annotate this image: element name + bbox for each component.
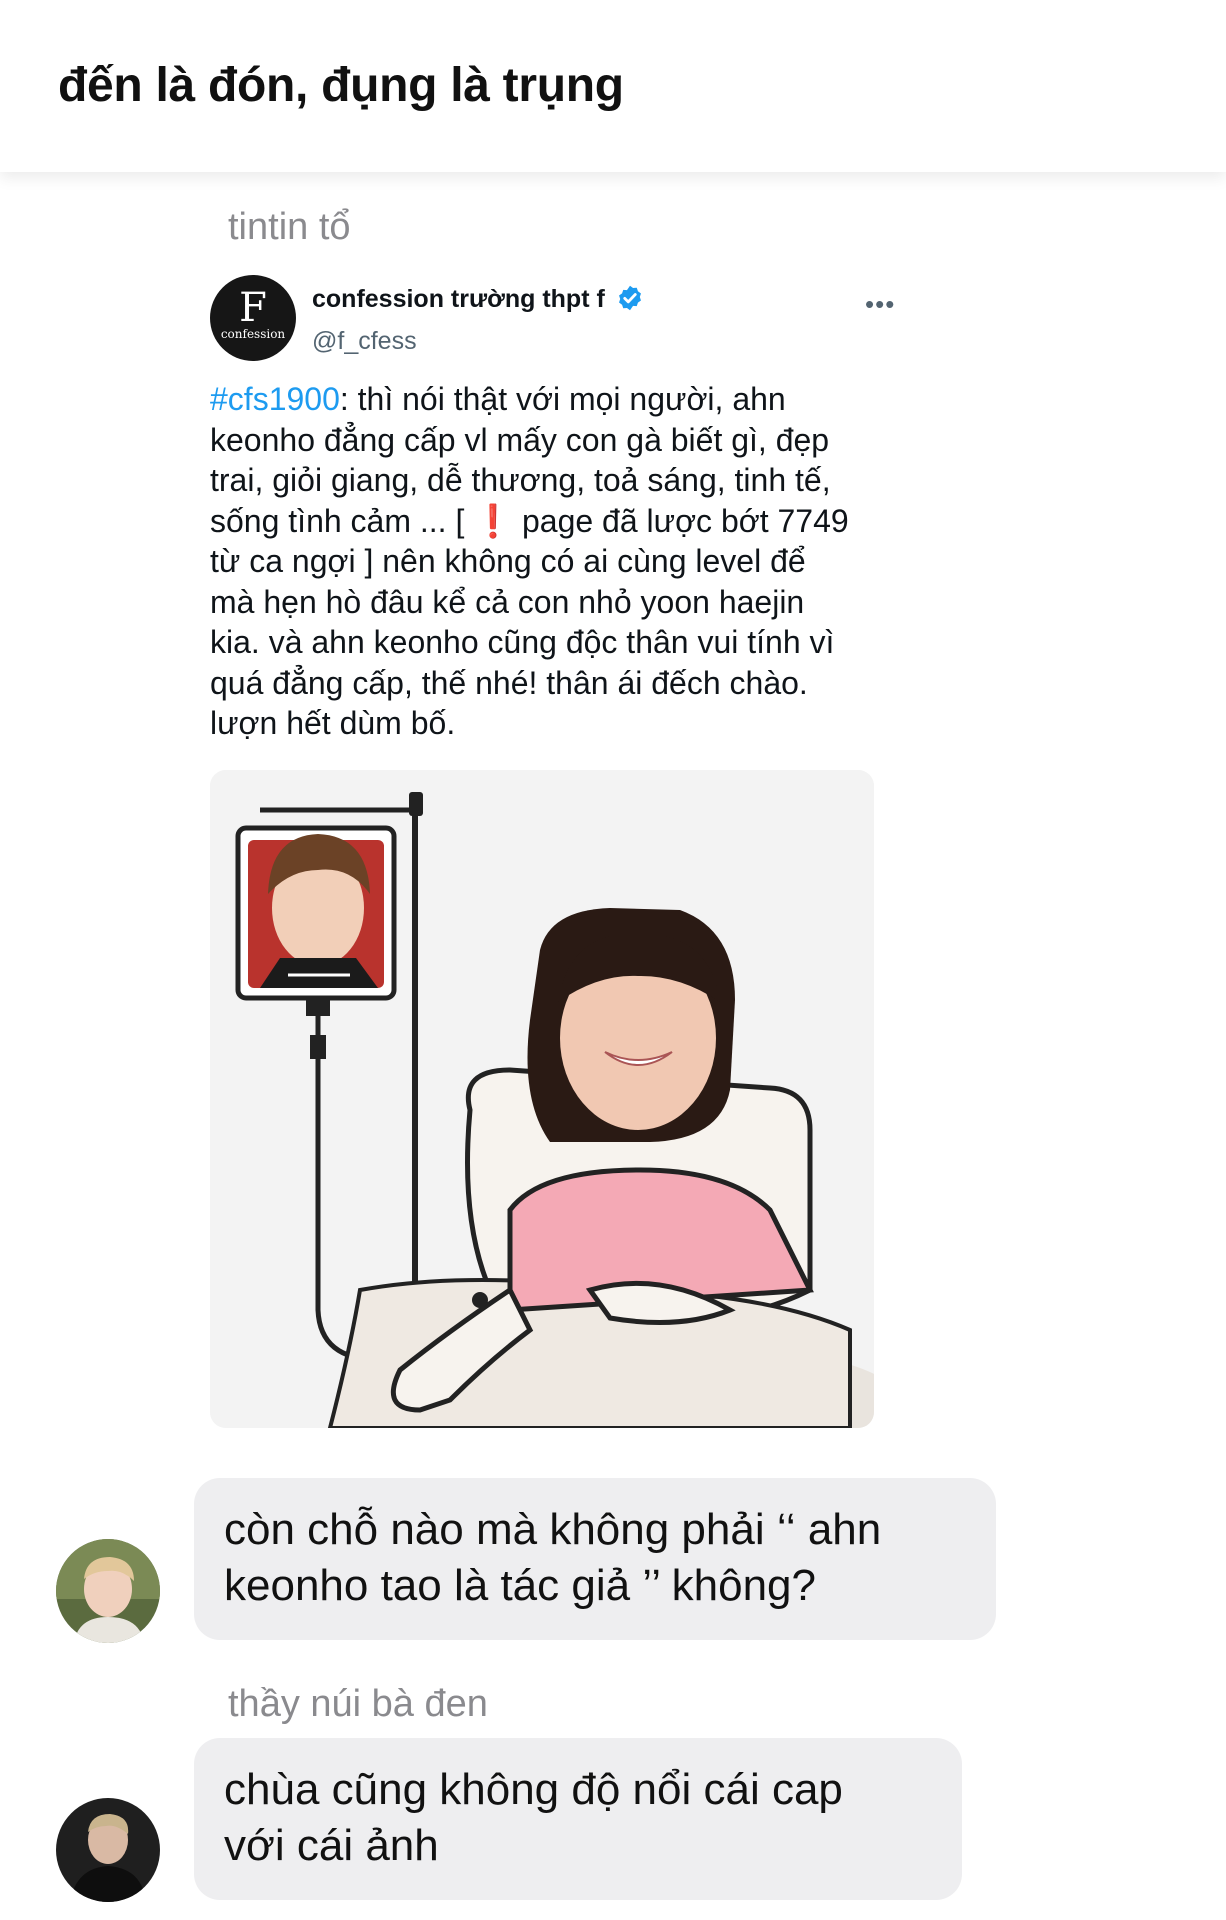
sender-name: thầy núi bà đen (228, 1683, 488, 1725)
hashtag-link[interactable]: #cfs1900 (210, 381, 340, 417)
tweet-avatar: F confession (210, 275, 296, 361)
message-bubble[interactable]: chùa cũng không độ nổi cái cap với cái ả… (194, 1738, 962, 1900)
tweet-image[interactable] (210, 770, 874, 1428)
tweet-text: #cfs1900: thì nói thật với mọi người, ah… (210, 381, 849, 741)
verified-badge-icon (618, 286, 641, 311)
more-dots-icon[interactable]: ••• (865, 289, 895, 320)
avatar[interactable] (56, 1539, 160, 1643)
chat-header: đến là đón, đụng là trụng (0, 0, 1226, 172)
chat-title: đến là đón, đụng là trụng (58, 59, 624, 112)
avatar[interactable] (56, 1798, 160, 1902)
sender-name: tintin tổ (228, 206, 351, 248)
tweet-account-name: confession trường thpt f (312, 285, 644, 314)
hospital-illustration (210, 770, 874, 1428)
message-bubble[interactable]: còn chỗ nào mà không phải ‘‘ ahn keonho … (194, 1478, 996, 1640)
tweet-handle: @f_cfess (312, 327, 417, 355)
